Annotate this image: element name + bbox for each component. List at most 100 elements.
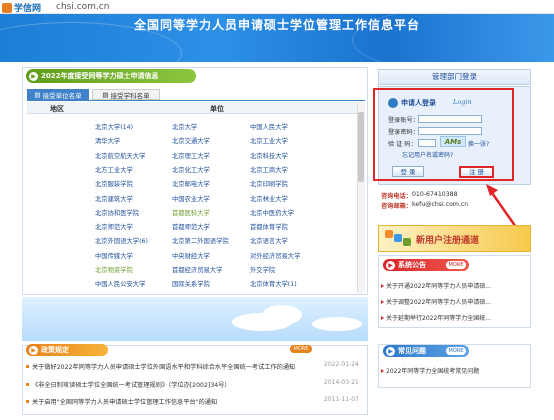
tab-institutions[interactable]: ▤ 接受单位名单 — [27, 89, 89, 100]
university-link[interactable]: 北京理工大学 — [172, 151, 210, 160]
university-link[interactable]: 北京大学(14) — [95, 122, 133, 131]
password-input[interactable] — [418, 127, 482, 135]
register-banner-label: 新用户注册通道 — [416, 236, 480, 246]
policy-item-text: 关于启用"全国同等学力人员申请硕士学位管理工作信息平台"的通知 — [32, 399, 218, 406]
captcha-image[interactable]: AMs — [440, 136, 466, 147]
university-link[interactable]: 北京外国语大学(6) — [95, 236, 148, 245]
system-notice-item[interactable]: 关于调整2022年同等学力人员申请硕... — [381, 297, 491, 306]
university-link[interactable]: 北京服装学院 — [95, 179, 133, 188]
policy-item[interactable]: 关于做好2022年同等学力人员申请硕士学位外国语水平和学科综合水平全国统一考试工… — [26, 362, 295, 371]
system-notice-item-text: 关于调整2022年同等学力人员申请硕... — [386, 299, 491, 306]
admin-login-link[interactable]: 管理部门登录 — [378, 69, 531, 85]
university-link[interactable]: 北京建筑大学 — [95, 194, 133, 203]
university-link[interactable]: 中国人民公安大学 — [95, 279, 145, 288]
faq-title: 常见问题 — [398, 347, 426, 355]
tab-disciplines[interactable]: ▤ 接受学科名单 — [92, 89, 160, 100]
email-value: kefu@chsi.com.cn — [412, 201, 469, 208]
page-title: 全国同等学力人员申请硕士学位管理工作信息平台 — [133, 18, 420, 32]
list-icon: ▤ — [34, 90, 41, 99]
university-link[interactable]: 北京语言大学 — [250, 236, 288, 245]
arrow-right-icon: ▶ — [386, 260, 395, 270]
account-input[interactable] — [418, 115, 482, 123]
university-link[interactable]: 北方工业大学 — [95, 165, 133, 174]
decor-block — [403, 238, 411, 246]
faq-item[interactable]: 2022年同等学力全国统考常见问题 — [381, 366, 479, 375]
university-link[interactable]: 北京林业大学 — [250, 194, 288, 203]
university-link[interactable]: 北京邮电大学 — [172, 179, 210, 188]
policy-date: 2014-03-21 — [324, 379, 359, 386]
university-link[interactable]: 北京航空航天大学 — [95, 151, 145, 160]
system-notice-item-text: 关于开通2022年同等学力人员申请硕... — [386, 283, 491, 290]
university-link[interactable]: 中国传媒大学 — [95, 251, 133, 260]
university-link[interactable]: 对外经济贸易大学 — [250, 251, 300, 260]
policy-more-button[interactable]: MORE — [290, 345, 312, 353]
arrow-line — [488, 189, 520, 231]
captcha-refresh-link[interactable]: 换一张? — [468, 139, 489, 148]
triangle-bullet-icon — [381, 368, 384, 373]
notice-tab-label: 2022年度接受同等学力硕士申请信息 — [41, 72, 159, 80]
triangle-bullet-icon — [381, 315, 384, 320]
university-link[interactable]: 清华大学 — [95, 136, 120, 145]
university-link[interactable]: 首都经济贸易大学 — [172, 265, 222, 274]
policy-item[interactable]: 《非全日制攻读硕士学位全国统一考试管理规则》（学位办[2002]34号） — [26, 380, 231, 389]
university-link[interactable]: 中国人民大学 — [250, 122, 288, 131]
university-link[interactable]: 首都体育学院 — [250, 222, 288, 231]
email-label: 咨询邮箱： — [381, 203, 412, 210]
scrollbar-thumb[interactable] — [358, 112, 364, 182]
university-link[interactable]: 外交学院 — [250, 265, 275, 274]
system-notice-more-button[interactable]: MORE — [446, 261, 466, 269]
faq-item-text: 2022年同等学力全国统考常见问题 — [386, 368, 480, 375]
bullet-icon — [26, 383, 29, 386]
forgot-password-link[interactable]: 忘记用户名或密码? — [402, 150, 453, 159]
university-link[interactable]: 中央财经大学 — [172, 251, 210, 260]
university-link[interactable]: 北京工业大学 — [250, 136, 288, 145]
policy-item[interactable]: 关于启用"全国同等学力人员申请硕士学位管理工作信息平台"的通知 — [26, 397, 217, 406]
list-icon: ▤ — [102, 90, 109, 99]
system-notice-title: 系统公告 — [398, 261, 426, 269]
column-header-unit: 单位 — [210, 105, 224, 113]
captcha-label: 验 证 码： — [388, 141, 417, 148]
university-link[interactable]: 北京物资学院 — [95, 265, 133, 274]
system-notice-item[interactable]: 关于开通2022年同等学力人员申请硕... — [381, 281, 491, 290]
university-link[interactable]: 北京中医药大学 — [250, 208, 294, 217]
university-link[interactable]: 北京体育大学(1) — [250, 279, 297, 288]
policy-date: 2022-01-24 — [324, 361, 359, 368]
bullet-icon — [26, 365, 29, 368]
university-link[interactable]: 首都师范大学 — [172, 222, 210, 231]
user-icon — [388, 98, 398, 108]
login-button[interactable]: 登 录 — [392, 166, 424, 177]
university-link[interactable]: 中国农业大学 — [172, 194, 210, 203]
logo-icon — [2, 2, 12, 13]
university-link[interactable]: 首都医科大学 — [172, 208, 210, 217]
university-link[interactable]: 北京化工大学 — [172, 165, 210, 174]
university-link[interactable]: 北京印刷学院 — [250, 179, 288, 188]
site-logo[interactable]: 学信网 — [2, 1, 41, 14]
arrow-head — [486, 184, 498, 196]
university-link[interactable]: 北京大学 — [172, 122, 197, 131]
login-title-en: Login — [453, 98, 472, 106]
university-link[interactable]: 北京工商大学 — [250, 165, 288, 174]
applicant-login-title: 申请人登录 — [401, 99, 436, 107]
university-link[interactable]: 北京交通大学 — [172, 136, 210, 145]
tab-disciplines-label: 接受学科名单 — [110, 91, 150, 100]
faq-more-button[interactable]: MORE — [446, 347, 466, 355]
policy-item-text: 关于做好2022年同等学力人员申请硕士学位外国语水平和学科综合水平全国统一考试工… — [32, 364, 296, 371]
university-link[interactable]: 国际关系学院 — [172, 279, 210, 288]
university-link[interactable]: 北京协和医学院 — [95, 208, 139, 217]
system-notice-item[interactable]: 关于延期举行2022年同等学力全国统... — [381, 313, 491, 322]
register-button[interactable]: 注 册 — [459, 166, 494, 178]
university-link[interactable]: 北京师范大学 — [95, 222, 133, 231]
cloud-shape — [312, 317, 362, 331]
password-label: 登录密码： — [388, 129, 419, 136]
captcha-input[interactable] — [418, 139, 436, 147]
tab-institutions-label: 接受单位名单 — [42, 91, 82, 100]
notice-tab: ▶ 2022年度接受同等学力硕士申请信息 — [26, 69, 196, 83]
table-header — [27, 102, 365, 114]
account-label: 登录账号： — [388, 117, 419, 124]
university-link[interactable]: 北京第二外国语学院 — [172, 236, 229, 245]
phone-label: 咨询电话： — [381, 193, 412, 200]
university-link[interactable]: 北京科技大学 — [250, 151, 288, 160]
decorative-sky-image — [22, 297, 368, 341]
arrow-right-icon: ▶ — [29, 345, 38, 355]
logo-text: 学信网 — [14, 4, 42, 14]
